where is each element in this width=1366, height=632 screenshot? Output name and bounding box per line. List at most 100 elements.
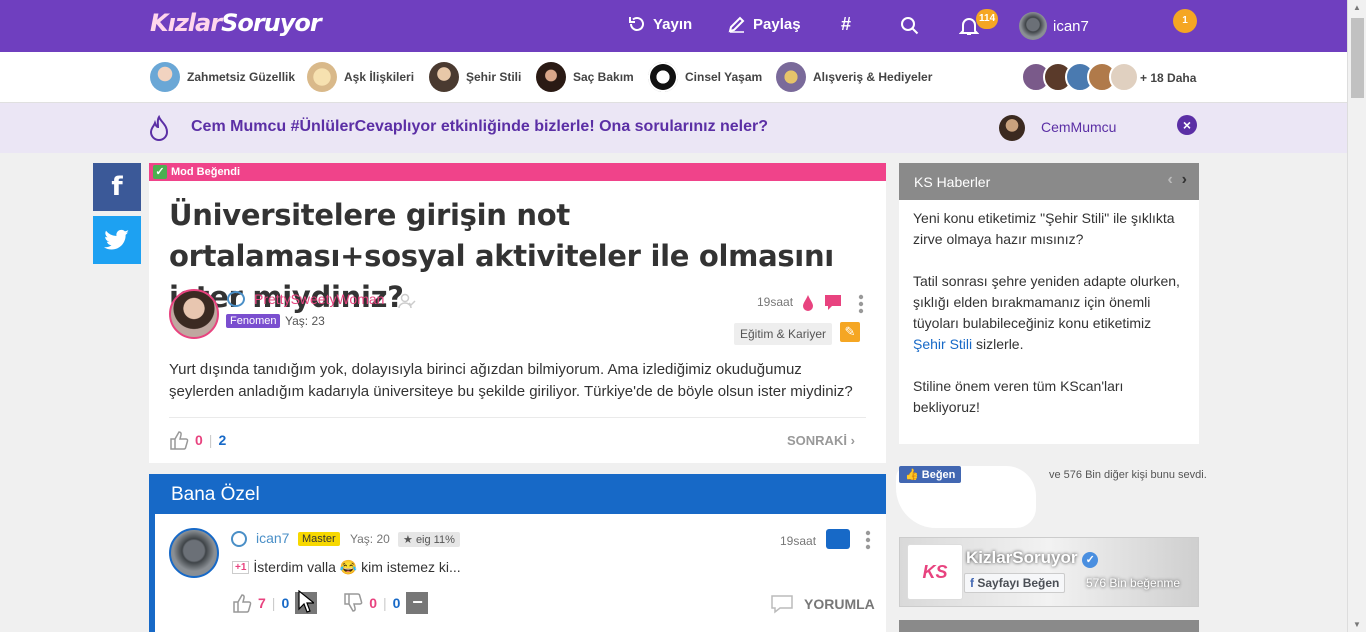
next-widget-header [899, 620, 1199, 632]
next-label: SONRAKİ [787, 433, 847, 448]
eig-badge: ★ eig 11% [398, 532, 460, 547]
event-banner: Cem Mumcu #ÜnlülerCevaplıyor etkinliğind… [0, 103, 1347, 153]
chevron-left-icon[interactable]: ‹ [1167, 171, 1172, 188]
answer-author-avatar[interactable] [169, 528, 219, 578]
chevron-right-icon: › [850, 433, 855, 448]
thumbs-up-icon[interactable] [232, 593, 252, 613]
question-stats: 0 | 2 [169, 430, 226, 450]
site-logo[interactable]: KızlarSoruyor [150, 9, 322, 37]
fb-page-box: KS KizlarSoruyor ✓ f Sayfayı Beğen 576 B… [899, 537, 1199, 607]
chevron-right-icon[interactable]: › [1182, 171, 1187, 188]
fb-page-like-button[interactable]: f Sayfayı Beğen [964, 573, 1066, 593]
sehir-stili-link[interactable]: Şehir Stili [913, 336, 972, 352]
banner-user-link[interactable]: CemMumcu [1041, 119, 1116, 135]
downvote-button[interactable]: − [406, 592, 429, 614]
mod-liked-label: Mod Beğendi [171, 166, 241, 178]
category-image [776, 62, 806, 92]
nav-paylas[interactable]: Paylaş [727, 14, 801, 34]
more-categories-link[interactable]: + 18 Daha [1140, 71, 1196, 85]
nav-yayin[interactable]: Yayın [627, 14, 692, 34]
next-question-link[interactable]: SONRAKİ › [787, 433, 855, 448]
scroll-down-icon[interactable]: ▼ [1353, 620, 1361, 629]
plus-one-badge: +1 [232, 561, 250, 574]
question-like-count: 0 [195, 432, 203, 448]
more-options-icon[interactable] [857, 293, 865, 315]
category-ask-iliskileri[interactable]: Aşk İlişkileri [307, 62, 414, 92]
fb-page-name[interactable]: KizlarSoruyor ✓ [966, 548, 1099, 568]
category-cinsel-yasam[interactable]: Cinsel Yaşam [648, 62, 762, 92]
notification-count-badge: 114 [976, 9, 999, 29]
news-body: Yeni konu etiketimiz "Şehir Stili" ile ş… [899, 200, 1199, 447]
twitter-share-button[interactable] [93, 216, 141, 264]
question-answer-count: 2 [218, 432, 227, 448]
banner-close-button[interactable]: × [1177, 115, 1197, 135]
fb-like-button[interactable]: 👍 Beğen [899, 466, 962, 483]
page-logo[interactable]: KS [907, 544, 963, 600]
category-zahmetsiz-guzellik[interactable]: Zahmetsiz Güzellik [150, 62, 295, 92]
edit-icon: ✎ [844, 324, 856, 339]
comment-label: YORUMLA [804, 596, 875, 612]
answer-votes: 7 | 0 + 0 | 0 − [232, 592, 429, 614]
checkmark-icon: ✓ [153, 165, 167, 179]
news-paragraph: Yeni konu etiketimiz "Şehir Stili" ile ş… [913, 210, 1175, 247]
category-label: Cinsel Yaşam [685, 70, 763, 84]
like-count: 7 [258, 595, 266, 611]
dislike-extra-count: 0 [392, 595, 401, 611]
question-body: Yurt dışında tanıdığım yok, dolayısıyla … [169, 361, 853, 400]
question-card: ✓ Mod Beğendi Üniversitelere girişin not… [149, 163, 886, 463]
news-paragraph: Tatil sonrası şehre yeniden adapte olurk… [913, 271, 1185, 355]
more-options-icon[interactable] [864, 529, 872, 551]
edit-button[interactable]: ✎ [840, 322, 860, 342]
news-header: KS Haberler ‹ › [899, 163, 1199, 200]
question-category-tag[interactable]: Eğitim & Kariyer [734, 323, 833, 345]
question-time: 19saat [757, 295, 794, 309]
category-sehir-stili[interactable]: Şehir Stili [429, 62, 521, 92]
category-label: Aşk İlişkileri [344, 70, 415, 84]
page-name-label: KizlarSoruyor [966, 548, 1078, 567]
scroll-up-icon[interactable]: ▲ [1353, 3, 1361, 12]
facebook-share-button[interactable]: f [93, 163, 141, 211]
drop-icon[interactable] [801, 294, 815, 312]
more-categories-avatars[interactable] [1021, 62, 1139, 92]
category-bar: Zahmetsiz Güzellik Aşk İlişkileri Şehir … [0, 52, 1347, 103]
news-panel: KS Haberler ‹ › Yeni konu etiketimiz "Şe… [899, 163, 1199, 444]
section-title: Bana Özel [171, 484, 260, 505]
fb-like-widget: 👍 Beğen [899, 466, 962, 483]
news-text: sizlerle. [972, 336, 1024, 352]
thumbs-up-icon[interactable] [169, 430, 189, 450]
extra-badge[interactable]: 1 [1173, 9, 1197, 33]
mouse-cursor-icon [298, 590, 314, 613]
user-menu[interactable]: ican7 [1019, 12, 1089, 40]
category-thumb [1109, 62, 1139, 92]
flame-icon [149, 115, 169, 141]
logo-text-main: Kızlar [150, 9, 222, 37]
author-avatar[interactable] [169, 289, 219, 339]
comment-bubble-icon[interactable] [826, 529, 850, 549]
answer-card: ican7 Master Yaş: 20 ★ eig 11% 19saat +1… [155, 514, 886, 632]
author-age: Yaş: 23 [285, 314, 325, 328]
separator: | [383, 595, 387, 611]
category-image [307, 62, 337, 92]
hashtag-button[interactable]: # [841, 14, 851, 35]
thumbs-down-icon[interactable] [343, 593, 363, 613]
answer-text-row: +1 İsterdim valla 😂 kim istemez ki... [232, 559, 461, 576]
category-alisveris-hediyeler[interactable]: Alışveriş & Hediyeler [776, 62, 932, 92]
comment-button[interactable]: YORUMLA [770, 594, 875, 614]
scrollbar[interactable]: ▲ ▼ [1347, 0, 1366, 632]
scrollbar-thumb[interactable] [1351, 18, 1364, 98]
nav-yayin-label: Yayın [653, 15, 693, 33]
search-button[interactable] [900, 16, 920, 36]
category-label: Zahmetsiz Güzellik [187, 70, 296, 84]
fb-like-label: Beğen [921, 469, 956, 481]
category-image [536, 62, 566, 92]
banner-user-avatar[interactable] [999, 115, 1025, 141]
divider [169, 417, 866, 418]
category-sac-bakim[interactable]: Saç Bakım [536, 62, 634, 92]
answer-author-name[interactable]: ican7 [256, 530, 289, 546]
eye-icon [227, 291, 245, 307]
answer-time: 19saat [780, 534, 817, 548]
author-name-link[interactable]: PrettySweetyWoman [254, 291, 384, 307]
twitter-icon [104, 229, 129, 250]
chat-icon[interactable] [824, 294, 842, 312]
banner-text[interactable]: Cem Mumcu #ÜnlülerCevaplıyor etkinliğind… [191, 118, 768, 136]
